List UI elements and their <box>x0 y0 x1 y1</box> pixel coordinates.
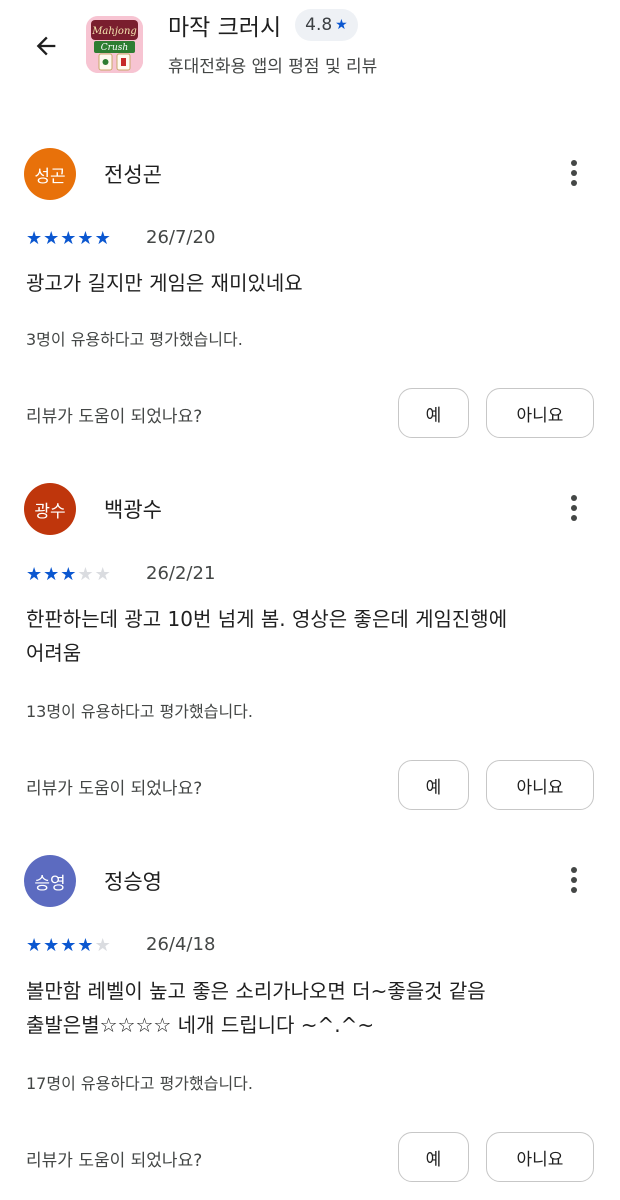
review-date: 26/4/18 <box>146 934 216 955</box>
review-text: 볼만함 레벨이 높고 좋은 소리가나오면 더~좋을것 같음 출발은별☆☆☆☆ 네… <box>26 979 486 1037</box>
no-button[interactable]: 아니요 <box>486 1132 594 1182</box>
yes-button[interactable]: 예 <box>398 1132 469 1182</box>
app-header: Mahjong Crush 마작 크러시 4.8 ★ 휴대전화용 앱의 평점 및… <box>0 0 620 100</box>
avatar: 광수 <box>24 483 76 535</box>
star-filled-icon: ★ <box>43 228 60 249</box>
star-empty-icon: ★ <box>94 935 111 956</box>
rating-value: 4.8 <box>305 15 333 35</box>
yes-button[interactable]: 예 <box>398 388 469 438</box>
star-filled-icon: ★ <box>60 935 77 956</box>
star-filled-icon: ★ <box>60 228 77 249</box>
review-text: 광고가 길지만 게임은 재미있네요 <box>26 271 303 295</box>
star-filled-icon: ★ <box>60 564 77 585</box>
helpful-count: 17명이 유용하다고 평가했습니다. <box>26 1074 253 1093</box>
more-options-button[interactable] <box>558 488 590 528</box>
star-rating: ★ ★ ★ ★ ★ <box>26 566 112 584</box>
review-date: 26/2/21 <box>146 563 216 584</box>
more-vert-icon <box>571 867 577 893</box>
no-button[interactable]: 아니요 <box>486 760 594 810</box>
star-filled-icon: ★ <box>43 935 60 956</box>
star-filled-icon: ★ <box>77 228 94 249</box>
helpful-question: 리뷰가 도움이 되었나요? <box>26 1151 203 1171</box>
star-empty-icon: ★ <box>94 564 111 585</box>
star-filled-icon: ★ <box>26 228 43 249</box>
back-button[interactable] <box>24 24 68 68</box>
app-subtitle: 휴대전화용 앱의 평점 및 리뷰 <box>168 57 378 77</box>
star-filled-icon: ★ <box>77 935 94 956</box>
app-icon-text-crush: Crush <box>101 43 128 53</box>
helpful-question: 리뷰가 도움이 되었나요? <box>26 779 203 799</box>
star-filled-icon: ★ <box>43 564 60 585</box>
review-text: 한판하는데 광고 10번 넘게 봄. 영상은 좋은데 게임진행에 어려움 <box>26 607 508 665</box>
arrow-back-icon <box>36 36 56 56</box>
star-rating: ★ ★ ★ ★ ★ <box>26 230 112 248</box>
helpful-question: 리뷰가 도움이 되었나요? <box>26 407 203 427</box>
no-button[interactable]: 아니요 <box>486 388 594 438</box>
helpful-count: 3명이 유용하다고 평가했습니다. <box>26 330 243 349</box>
yes-button[interactable]: 예 <box>398 760 469 810</box>
more-options-button[interactable] <box>558 153 590 193</box>
review-author: 백광수 <box>104 498 162 522</box>
app-icon: Mahjong Crush <box>86 16 143 73</box>
avatar: 성곤 <box>24 148 76 200</box>
rating-chip: 4.8 ★ <box>295 9 358 41</box>
star-filled-icon: ★ <box>26 935 43 956</box>
star-filled-icon: ★ <box>94 228 111 249</box>
review-author: 전성곤 <box>104 163 162 187</box>
star-rating: ★ ★ ★ ★ ★ <box>26 937 112 955</box>
star-icon: ★ <box>335 17 348 33</box>
app-title: 마작 크러시 <box>168 15 282 41</box>
more-vert-icon <box>571 495 577 521</box>
review-date: 26/7/20 <box>146 227 216 248</box>
avatar: 승영 <box>24 855 76 907</box>
more-options-button[interactable] <box>558 860 590 900</box>
star-empty-icon: ★ <box>77 564 94 585</box>
review-author: 정승영 <box>104 870 162 894</box>
helpful-count: 13명이 유용하다고 평가했습니다. <box>26 702 253 721</box>
star-filled-icon: ★ <box>26 564 43 585</box>
more-vert-icon <box>571 160 577 186</box>
app-icon-text-mahjong: Mahjong <box>91 26 137 37</box>
